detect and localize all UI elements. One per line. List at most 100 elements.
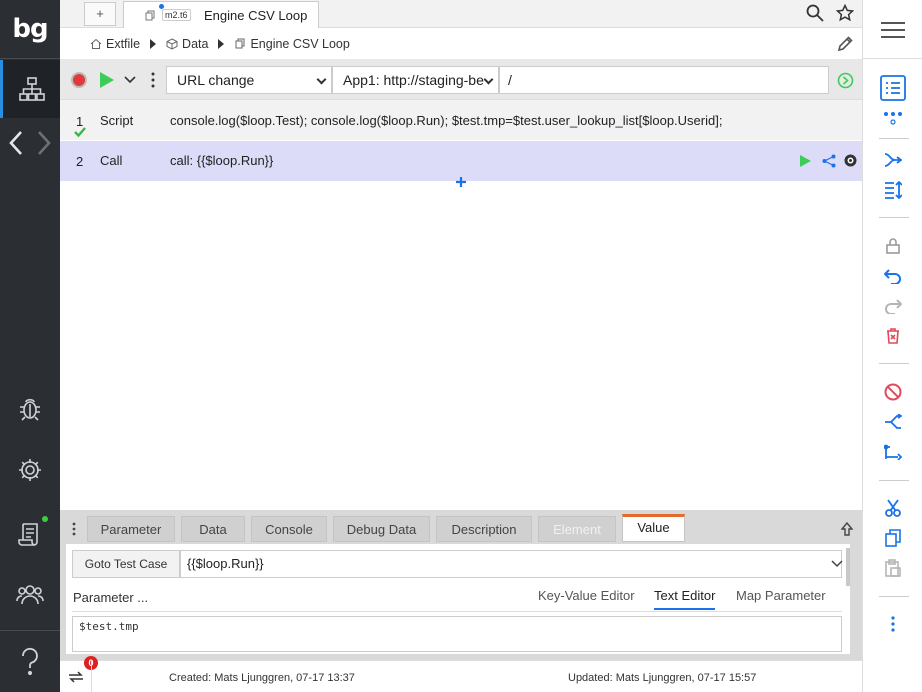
more-vertical-icon[interactable] (72, 522, 76, 536)
settings-nav-item[interactable] (0, 450, 60, 490)
scrollbar[interactable] (846, 548, 850, 586)
split-icon (885, 414, 902, 429)
divider (863, 58, 922, 59)
split-button[interactable] (863, 412, 922, 432)
breadcrumb-item-extfile[interactable]: Extfile (90, 37, 140, 51)
divider (879, 217, 909, 218)
reports-nav-item[interactable] (0, 512, 60, 556)
sync-icon[interactable] (68, 670, 84, 684)
tab-parameter[interactable]: Parameter (87, 516, 175, 542)
action-select[interactable]: URL change (166, 66, 332, 94)
tab-description[interactable]: Description (436, 516, 532, 542)
history-nav (0, 125, 60, 161)
dots-grid-icon (884, 112, 902, 125)
test-case-icon (145, 10, 155, 21)
url-bar: URL change App1: http://staging-be / (60, 60, 862, 100)
value-input[interactable]: {{$loop.Run}} (180, 550, 843, 578)
gear-icon (19, 459, 41, 481)
redo-button[interactable] (863, 296, 922, 316)
copy-button[interactable] (863, 528, 922, 548)
expand-up-icon[interactable] (841, 522, 853, 536)
new-tab-button[interactable]: + (84, 2, 116, 26)
tab-key-value-editor[interactable]: Key-Value Editor (538, 588, 635, 603)
url-path-input[interactable]: / (499, 66, 829, 94)
team-nav-item[interactable] (0, 574, 60, 614)
share-icon[interactable] (822, 154, 836, 168)
tab-engine-csv-loop[interactable]: m2.t6 Engine CSV Loop (123, 1, 319, 29)
goto-test-case-button[interactable]: Goto Test Case (72, 550, 180, 578)
more-button[interactable] (863, 614, 922, 634)
target-icon[interactable] (844, 154, 857, 167)
debug-nav-item[interactable] (0, 388, 60, 428)
list-view-button[interactable] (863, 73, 922, 103)
flow-button[interactable] (863, 442, 922, 462)
version-badge: m2.t6 (162, 9, 191, 21)
step-type: Call (100, 153, 123, 168)
paste-button[interactable] (863, 558, 922, 578)
list-icon (880, 75, 906, 101)
forward-icon[interactable] (33, 129, 53, 157)
tab-console[interactable]: Console (251, 516, 327, 542)
help-nav-item[interactable] (0, 640, 60, 684)
play-button[interactable] (100, 72, 114, 88)
divider (0, 630, 60, 631)
copy-icon (885, 529, 901, 547)
cubes-icon (166, 37, 178, 50)
record-button[interactable] (71, 72, 87, 88)
step-row[interactable]: 2 Call call: {{$loop.Run}} (60, 141, 862, 181)
breadcrumb-item-data[interactable]: Data (166, 37, 208, 51)
step-type: Script (100, 113, 134, 128)
chevron-down-icon[interactable] (831, 560, 843, 568)
app-logo[interactable]: bg (0, 0, 60, 58)
star-icon[interactable] (836, 4, 854, 22)
tab-debug-data[interactable]: Debug Data (333, 516, 430, 542)
tab-data[interactable]: Data (181, 516, 245, 542)
lock-icon (886, 238, 900, 254)
branch-button[interactable] (863, 150, 922, 170)
ban-icon (884, 383, 902, 401)
hamburger-icon (881, 22, 905, 38)
breadcrumb-item-engine-csv-loop[interactable]: Engine CSV Loop (234, 37, 350, 51)
more-vertical-icon[interactable] (150, 71, 156, 89)
sitemap-icon (18, 77, 45, 101)
parameter-text-editor[interactable]: $test.tmp (72, 616, 842, 652)
search-icon[interactable] (806, 4, 824, 22)
step-command: call: {{$loop.Run}} (170, 153, 274, 168)
details-panel: Parameter Data Console Debug Data Descri… (60, 510, 862, 660)
paste-icon (885, 559, 901, 577)
cut-button[interactable] (863, 498, 922, 518)
back-icon[interactable] (7, 129, 27, 157)
more-vertical-icon (891, 616, 895, 632)
tab-text-editor[interactable]: Text Editor (654, 588, 716, 610)
menu-button[interactable] (863, 14, 922, 46)
created-info: Created: Mats Ljunggren, 07-17 13:37 (169, 672, 355, 684)
flow-icon (884, 444, 902, 460)
checkmark-icon (74, 127, 86, 137)
disable-button[interactable] (863, 382, 922, 402)
parameter-label: Parameter ... (73, 590, 149, 605)
tab-title: Engine CSV Loop (204, 8, 308, 23)
divider (879, 363, 909, 364)
go-icon[interactable] (837, 72, 854, 89)
grid-view-button[interactable] (863, 108, 922, 128)
updated-info: Updated: Mats Ljunggren, 07-17 15:57 (568, 672, 757, 684)
sitemap-nav-item[interactable] (0, 60, 60, 118)
step-row[interactable]: 1 Script console.log($loop.Test); consol… (60, 100, 862, 140)
tab-value[interactable]: Value (622, 514, 685, 542)
delete-button[interactable] (863, 326, 922, 346)
lock-button[interactable] (863, 236, 922, 256)
undo-icon (884, 269, 901, 284)
users-icon (16, 585, 44, 605)
undo-button[interactable] (863, 266, 922, 286)
breadcrumb: Extfile Data Engine CSV Loop (60, 28, 862, 60)
chevron-down-icon[interactable] (123, 73, 137, 87)
breadcrumb-separator (150, 38, 157, 49)
add-step-icon[interactable] (455, 176, 467, 188)
app-select[interactable]: App1: http://staging-be (332, 66, 499, 94)
run-step-button[interactable] (800, 155, 811, 167)
step-number: 2 (76, 154, 84, 169)
edit-icon[interactable] (836, 35, 854, 53)
home-icon (90, 38, 102, 49)
tab-map-parameter[interactable]: Map Parameter (736, 588, 826, 603)
sort-button[interactable] (863, 180, 922, 200)
